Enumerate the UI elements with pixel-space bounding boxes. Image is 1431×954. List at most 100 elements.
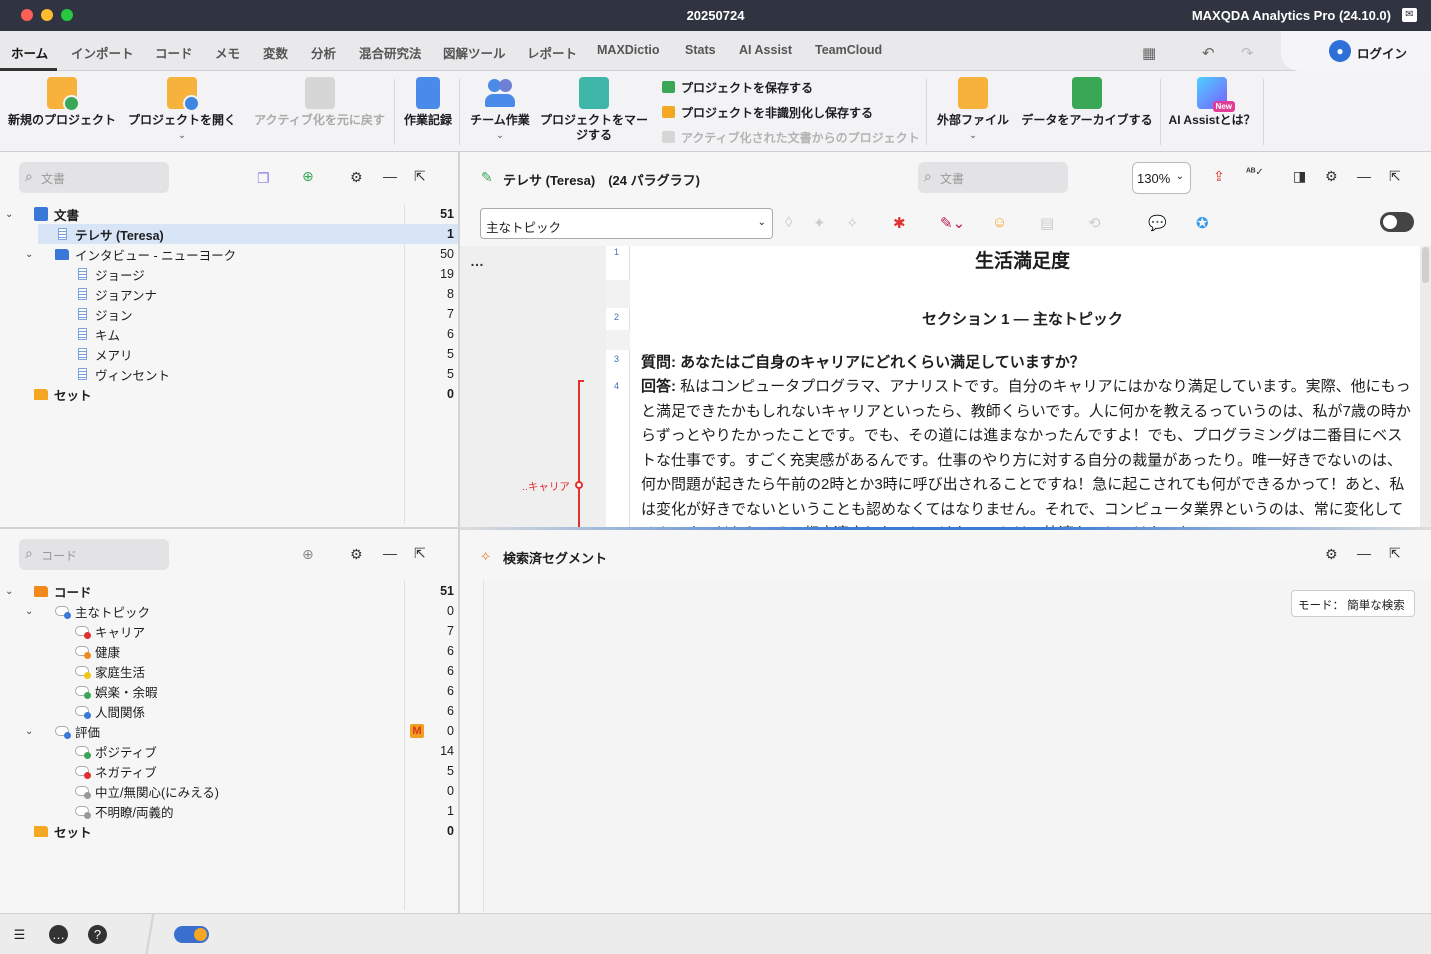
- code-item[interactable]: 主なトピック: [55, 601, 150, 621]
- emoji-icon[interactable]: ☺: [992, 214, 1007, 231]
- tab-reports[interactable]: レポート: [527, 43, 577, 62]
- document-item[interactable]: ジョアンナ: [78, 284, 157, 304]
- export-icon[interactable]: ⇪: [1213, 168, 1225, 185]
- memo-icon[interactable]: M: [410, 724, 424, 738]
- code-icon[interactable]: ◊: [785, 214, 792, 231]
- layout-icon[interactable]: ▦: [1142, 44, 1156, 62]
- archive-data-button[interactable]: データをアーカイブする: [1018, 77, 1156, 128]
- highlight-code-icon[interactable]: ✦: [813, 214, 826, 232]
- tab-import[interactable]: インポート: [71, 43, 134, 62]
- code-item[interactable]: ポジティブ: [75, 741, 157, 761]
- comment-icon[interactable]: 💬: [1148, 214, 1167, 232]
- edit-icon[interactable]: ✎: [481, 169, 493, 186]
- minimize-icon[interactable]: —: [383, 168, 397, 184]
- coding-stripe-handle[interactable]: [575, 481, 583, 489]
- ai-toggle[interactable]: [174, 926, 209, 943]
- open-project-button[interactable]: プロジェクトを開く ⌄: [126, 77, 238, 143]
- new-code-icon[interactable]: ⊕: [302, 546, 314, 563]
- redo-icon[interactable]: ↷: [1241, 44, 1254, 62]
- sliders-icon[interactable]: ☰: [10, 925, 29, 944]
- chat-icon[interactable]: …: [49, 925, 68, 944]
- code-item[interactable]: 評価: [55, 721, 100, 741]
- document-search-input[interactable]: 文書: [19, 162, 169, 193]
- sidebar-toggle-icon[interactable]: ◨: [1293, 168, 1306, 185]
- collapse-caret-icon[interactable]: ⌄: [25, 249, 33, 260]
- code-sets[interactable]: セット: [34, 821, 92, 841]
- tab-variables[interactable]: 変数: [263, 43, 288, 62]
- tab-teamcloud[interactable]: TeamCloud: [815, 43, 882, 57]
- code-select-dropdown[interactable]: 主なトピック ⌄: [480, 208, 773, 239]
- document-item[interactable]: ヴィンセント: [78, 364, 170, 384]
- maximize-icon[interactable]: ⇱: [414, 168, 426, 185]
- code-item[interactable]: 健康: [75, 641, 120, 661]
- color-code-icon[interactable]: ✱: [893, 214, 906, 232]
- edit-mode-toggle[interactable]: [1380, 212, 1414, 232]
- code-item[interactable]: キャリア: [75, 621, 145, 641]
- code-item[interactable]: ネガティブ: [75, 761, 157, 781]
- documents-root[interactable]: 文書: [34, 204, 79, 224]
- project-from-activated-button[interactable]: アクティブ化された文書からのプロジェクト: [662, 129, 920, 146]
- collapse-caret-icon[interactable]: ⌄: [5, 209, 13, 220]
- document-item[interactable]: メアリ: [78, 344, 133, 364]
- undo-activation-button[interactable]: アクティブ化を元に戻す: [252, 77, 387, 128]
- document-item[interactable]: ジョージ: [78, 264, 145, 284]
- zoom-select[interactable]: 130% ⌄: [1132, 162, 1191, 194]
- tab-maxdictio[interactable]: MAXDictio: [597, 43, 660, 57]
- more-options-icon[interactable]: …: [470, 253, 484, 269]
- undo-icon[interactable]: ↶: [1202, 44, 1215, 62]
- code-search-input[interactable]: コード: [19, 539, 169, 570]
- scrollbar[interactable]: [1422, 247, 1429, 283]
- tab-stats[interactable]: Stats: [685, 43, 716, 57]
- work-log-button[interactable]: 作業記録: [400, 77, 456, 128]
- minimize-icon[interactable]: —: [1357, 168, 1371, 184]
- gear-icon[interactable]: ⚙: [350, 546, 363, 563]
- collapse-caret-icon[interactable]: ⌄: [25, 606, 33, 617]
- maximize-icon[interactable]: ⇱: [414, 545, 426, 562]
- code-item[interactable]: 人間関係: [75, 701, 145, 721]
- maximize-icon[interactable]: ⇱: [1389, 168, 1401, 185]
- document-group[interactable]: インタビュー - ニューヨーク: [55, 244, 236, 264]
- code-item[interactable]: 不明瞭/両義的: [75, 801, 173, 821]
- collapse-caret-icon[interactable]: ⌄: [25, 726, 33, 737]
- highlighter-icon[interactable]: ✎⌄: [940, 214, 965, 232]
- document-item[interactable]: テレサ (Teresa): [58, 224, 164, 244]
- pane-splitter[interactable]: [0, 527, 458, 529]
- tab-memos[interactable]: メモ: [215, 43, 240, 62]
- collapse-caret-icon[interactable]: ⌄: [5, 586, 13, 597]
- tab-visual-tools[interactable]: 図解ツール: [443, 43, 506, 62]
- document-item[interactable]: ジョン: [78, 304, 133, 324]
- document-item[interactable]: キム: [78, 324, 120, 344]
- minimize-icon[interactable]: —: [383, 545, 397, 561]
- tab-mixed-methods[interactable]: 混合研究法: [359, 43, 422, 62]
- merge-projects-button[interactable]: プロジェクトをマージする: [538, 77, 650, 143]
- external-files-button[interactable]: 外部ファイル ⌄: [934, 77, 1012, 143]
- gear-icon[interactable]: ⚙: [1325, 546, 1338, 563]
- in-vivo-icon[interactable]: ✧: [846, 214, 859, 232]
- codes-root[interactable]: コード: [34, 581, 92, 601]
- document-sets[interactable]: セット: [34, 384, 92, 404]
- code-item[interactable]: 家庭生活: [75, 661, 145, 681]
- maximize-icon[interactable]: ⇱: [1389, 545, 1401, 562]
- tab-analysis[interactable]: 分析: [311, 43, 336, 62]
- save-project-button[interactable]: プロジェクトを保存する: [662, 79, 813, 96]
- tab-codes[interactable]: コード: [155, 43, 193, 62]
- tab-home[interactable]: ホーム: [11, 43, 48, 62]
- code-item[interactable]: 中立/無関心(にみえる): [75, 781, 219, 801]
- document-text[interactable]: 生活満足度 セクション 1 — 主なトピック 質問: あなたはご自身のキャリアに…: [630, 246, 1420, 527]
- save-anonymized-button[interactable]: プロジェクトを非識別化し保存する: [662, 104, 873, 121]
- minimize-icon[interactable]: —: [1357, 545, 1371, 561]
- symbol-icon[interactable]: ▤: [1040, 214, 1054, 232]
- gear-icon[interactable]: ⚙: [350, 169, 363, 186]
- ai-coding-icon[interactable]: ✪: [1196, 214, 1209, 232]
- copy-icon[interactable]: ❐: [257, 170, 270, 187]
- ai-assist-button[interactable]: New AI Assistとは？: [1163, 77, 1261, 128]
- new-project-button[interactable]: 新規のプロジェクト: [6, 77, 118, 128]
- help-icon[interactable]: ?: [88, 925, 107, 944]
- document-text-search-input[interactable]: 文書: [918, 162, 1068, 193]
- search-mode-button[interactable]: モード： 簡単な検索: [1291, 590, 1415, 617]
- tab-ai-assist[interactable]: AI Assist: [739, 43, 792, 57]
- teamwork-button[interactable]: チーム作業 ⌄: [466, 77, 534, 143]
- login-button[interactable]: ● ログイン: [1281, 31, 1431, 71]
- code-item[interactable]: 娯楽・余暇: [75, 681, 158, 701]
- spellcheck-icon[interactable]: ᴬᴮ✓: [1246, 167, 1264, 178]
